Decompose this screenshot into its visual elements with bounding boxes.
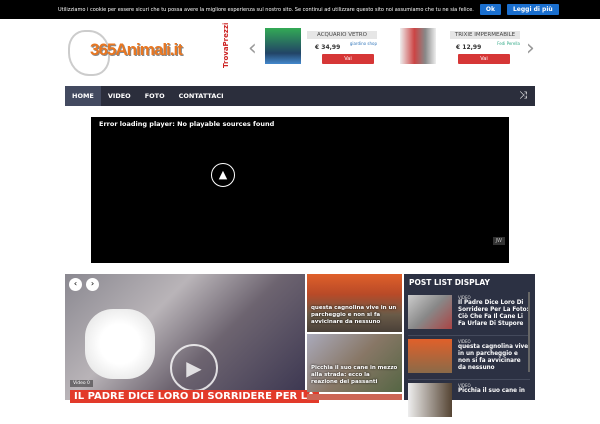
post-tile[interactable]: questa cagnolina vive in un parcheggio e…: [307, 274, 402, 332]
list-item[interactable]: VIDEO Il Padre Dice Loro Di Sorridere Pe…: [408, 292, 530, 336]
trovaprezzi-text: TrovaPrezzi: [222, 22, 230, 68]
product-title: ACQUARIO VETRO: [307, 31, 377, 39]
post-thumbnail: [408, 295, 452, 329]
nav-foto[interactable]: FOTO: [138, 86, 172, 106]
post-tile[interactable]: Picchia il suo cane in mezzo alla strada…: [307, 334, 402, 392]
product-image[interactable]: [265, 28, 301, 64]
product-go-button[interactable]: Vai: [458, 54, 510, 64]
nav-contattaci[interactable]: CONTATTACI: [172, 86, 231, 106]
nav-video[interactable]: VIDEO: [101, 86, 138, 106]
product-card: TRIXIE IMPERMEABILE € 12,99 Fedi Perella…: [450, 31, 520, 64]
product-image[interactable]: [400, 28, 436, 64]
post-list-sidebar: POST LIST DISPLAY VIDEO Il Padre Dice Lo…: [404, 274, 535, 417]
shop-logo: Fedi Perella: [497, 41, 520, 46]
slide-meta: Video 0: [70, 380, 93, 387]
sidebar-scrollbar[interactable]: [528, 292, 530, 372]
product-card: ACQUARIO VETRO € 34,99 giardino shop Vai: [307, 31, 377, 64]
slide-title[interactable]: IL PADRE DICE LORO DI SORRIDERE PER LA: [70, 390, 319, 403]
cookie-ok-button[interactable]: Ok: [479, 4, 501, 15]
trovaprezzi-logo[interactable]: TrovaPrezzi: [220, 22, 242, 70]
post-title: Il Padre Dice Loro Di Sorridere Per La F…: [458, 300, 529, 327]
featured-slide[interactable]: ‹ › ▶ Video 0 IL PADRE DICE LORO DI SORR…: [65, 274, 319, 403]
main-nav: HOME VIDEO FOTO CONTATTACI ⤨: [65, 86, 535, 106]
warning-icon: ▲: [211, 163, 235, 187]
post-thumbnail: [408, 339, 452, 373]
product-title: TRIXIE IMPERMEABILE: [450, 31, 520, 39]
product-go-button[interactable]: Vai: [322, 54, 374, 64]
post-tile[interactable]: [307, 394, 402, 400]
nav-home[interactable]: HOME: [65, 86, 101, 106]
shop-logo: giardino shop: [349, 41, 377, 46]
video-player[interactable]: Error loading player: No playable source…: [91, 117, 509, 263]
logo-text: 365Animali.it: [90, 40, 183, 59]
chevron-right-icon[interactable]: ›: [526, 36, 535, 61]
cookie-more-button[interactable]: Leggi di più: [506, 4, 559, 15]
list-item[interactable]: VIDEO Picchia il suo cane in: [408, 380, 530, 424]
tile-title: questa cagnolina vive in un parcheggio e…: [311, 305, 397, 325]
cookie-bar: Utilizziamo i cookie per essere sicuri c…: [0, 0, 600, 19]
player-error: Error loading player: No playable source…: [99, 120, 275, 128]
slider-prev-icon[interactable]: ‹: [69, 278, 82, 291]
slider-next-icon[interactable]: ›: [86, 278, 99, 291]
shuffle-icon[interactable]: ⤨: [519, 90, 527, 101]
play-icon[interactable]: ▶: [170, 344, 218, 392]
post-thumbnail: [408, 383, 452, 417]
site-logo[interactable]: 365Animali.it: [68, 30, 208, 76]
chevron-left-icon[interactable]: ‹: [248, 36, 257, 61]
list-item[interactable]: VIDEO questa cagnolina vive in un parche…: [408, 336, 530, 380]
sidebar-title: POST LIST DISPLAY: [409, 278, 490, 287]
tile-title: Picchia il suo cane in mezzo alla strada…: [311, 365, 398, 385]
post-title: questa cagnolina vive in un parcheggio e…: [458, 344, 529, 371]
post-title: Picchia il suo cane in: [458, 388, 525, 394]
cookie-text: Utilizziamo i cookie per essere sicuri c…: [58, 6, 474, 13]
player-badge: JW: [492, 237, 505, 245]
